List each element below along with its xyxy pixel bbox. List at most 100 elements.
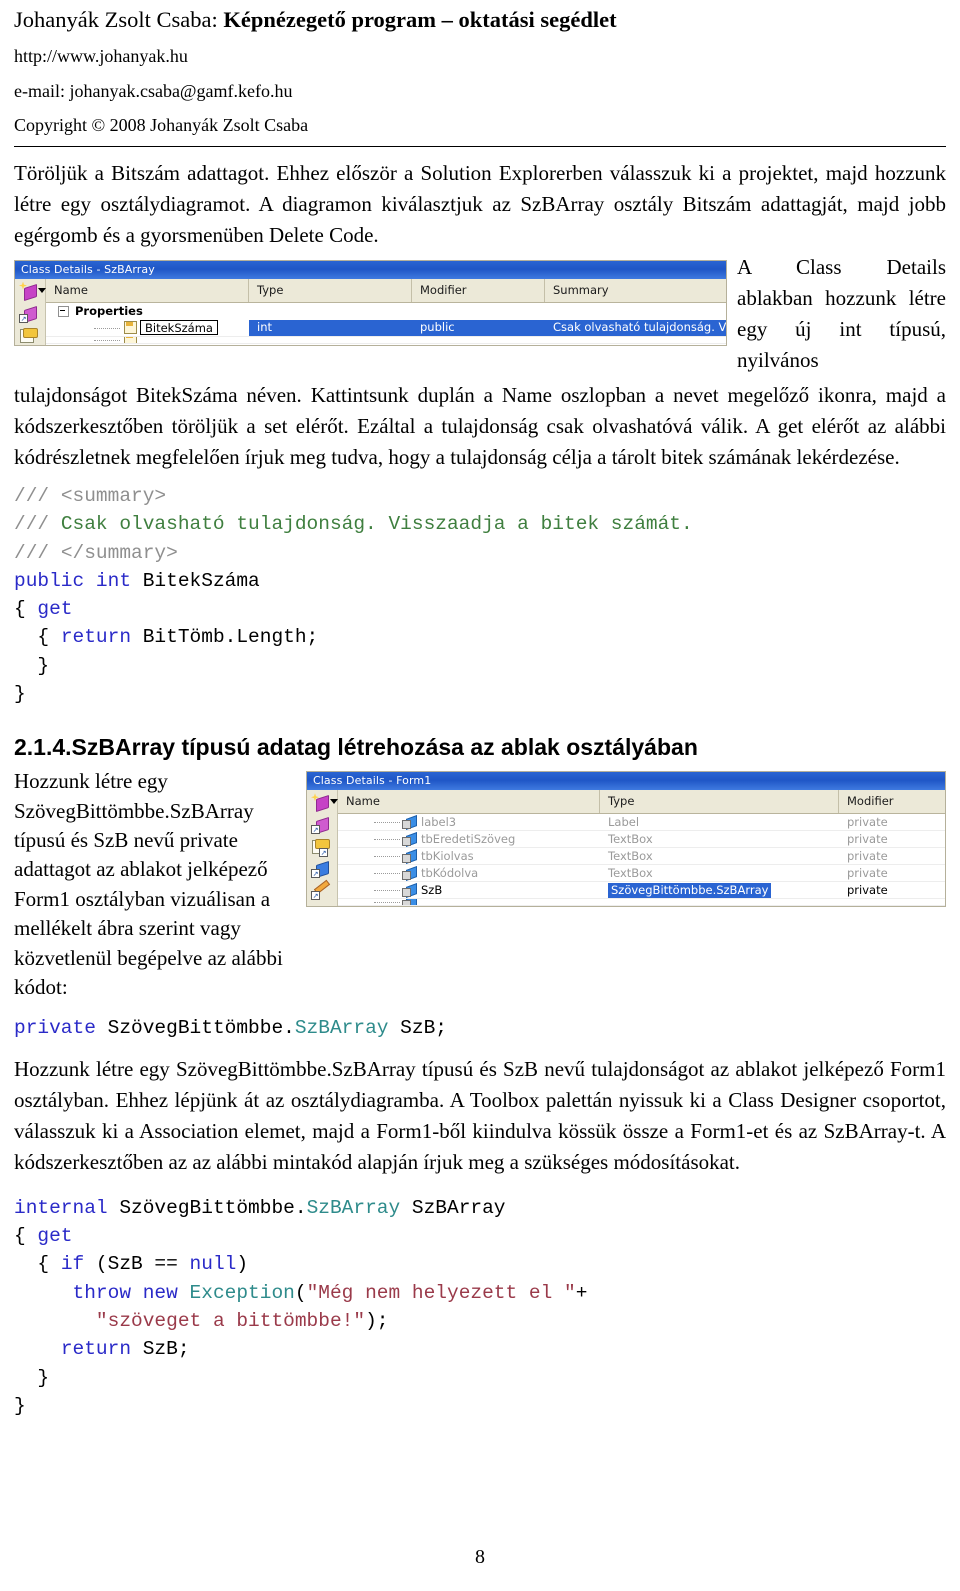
page-number: 8: [475, 1546, 485, 1568]
code-token: );: [365, 1309, 389, 1332]
members-grid[interactable]: Name Type Modifier Summary Properties Bi…: [46, 278, 726, 345]
code-token: SzBArray: [400, 1196, 506, 1219]
code-token: if: [60, 1253, 85, 1276]
members-grid-rows[interactable]: label3 Label private tbEredetiSzöveg TextBox…: [338, 814, 945, 900]
code-token: return: [60, 626, 132, 649]
cell-name[interactable]: tbKiolvas: [338, 848, 600, 865]
code-token: Csak olvasható tulajdonság. Visszaadja a…: [60, 513, 693, 536]
field-icon: [402, 865, 417, 881]
add-field-icon[interactable]: [19, 326, 41, 345]
code-token: SzövegBittömbbe.: [107, 1196, 307, 1219]
column-header-type[interactable]: Type: [249, 278, 412, 302]
code-token: }: [14, 1366, 50, 1389]
new-member-icon[interactable]: [19, 281, 46, 301]
cell-name-text: tbEredetiSzöveg: [421, 831, 516, 846]
document-content: Töröljük a Bitszám adattagot. Ehhez elős…: [0, 158, 960, 1420]
table-row[interactable]: tbEredetiSzöveg TextBox private: [338, 831, 945, 849]
header-divider: [14, 146, 946, 148]
add-method-icon[interactable]: ↗: [311, 859, 333, 879]
column-header-name[interactable]: Name: [46, 278, 249, 302]
table-row[interactable]: SzB SzövegBittömbbe.SzBArray private: [338, 882, 945, 900]
code-token: SzBArray: [306, 1196, 401, 1219]
members-grid[interactable]: Name Type Modifier label3 Label private tbE…: [338, 790, 945, 907]
add-property-icon[interactable]: ↗: [311, 815, 333, 835]
collapse-icon[interactable]: [58, 305, 69, 317]
code-token: {: [14, 1253, 61, 1276]
add-event-icon[interactable]: ↗: [311, 879, 333, 901]
paragraph-2: tulajdonságot BitekSzáma néven. Kattints…: [14, 382, 946, 469]
column-header-type[interactable]: Type: [600, 790, 839, 814]
cell-type[interactable]: TextBox: [600, 831, 839, 848]
code-token: throw new: [72, 1281, 178, 1304]
code-token: }: [14, 654, 50, 677]
code-token: get: [37, 598, 73, 621]
page-title: Johanyák Zsolt Csaba: Képnézegető progra…: [14, 6, 946, 34]
cell-name[interactable]: tbKódolva: [338, 865, 600, 882]
code-token: SzBArray: [294, 1017, 389, 1040]
cell-type[interactable]: TextBox: [600, 865, 839, 882]
cell-name[interactable]: label3: [338, 814, 600, 831]
vs-window-body: ↗ Name Type Modifier Summary Properties …: [15, 278, 726, 345]
table-row[interactable]: tbKódolva TextBox private: [338, 865, 945, 883]
header-copyright: Copyright © 2008 Johanyák Zsolt Csaba: [14, 114, 309, 135]
field-icon: [402, 882, 417, 898]
cell-modifier[interactable]: public: [412, 319, 545, 336]
cell-type[interactable]: TextBox: [600, 848, 839, 865]
table-row[interactable]: BitekSzáma int public Csak olvasható tul…: [46, 319, 726, 337]
vs-window-title: Class Details - SzBArray: [15, 260, 726, 279]
column-header-name[interactable]: Name: [338, 790, 600, 814]
vs-window-szbarray[interactable]: Class Details - SzBArray ↗ Name Type Mod…: [14, 259, 727, 346]
tree-connector-icon: [374, 838, 400, 841]
field-icon: [402, 831, 417, 847]
code-token: (: [294, 1281, 307, 1304]
cell-summary[interactable]: Csak olvasható tulajdonság. Vis...: [545, 319, 726, 336]
column-header-modifier[interactable]: Modifier: [412, 278, 545, 302]
property-icon: [122, 321, 137, 335]
code-token: <summary>: [60, 485, 167, 508]
new-member-icon[interactable]: [311, 793, 338, 813]
name-edit-input[interactable]: BitekSzáma: [140, 320, 218, 336]
cell-modifier[interactable]: private: [839, 848, 945, 865]
tree-connector-icon: [374, 889, 400, 892]
cell-name[interactable]: tbEredetiSzöveg: [338, 831, 600, 848]
grid-header-row: Name Type Modifier Summary: [46, 278, 726, 303]
add-field-icon[interactable]: ↗: [311, 837, 333, 858]
table-row[interactable]: tbKiolvas TextBox private: [338, 848, 945, 866]
type-edit-input[interactable]: SzövegBittömbbe.SzBArray: [608, 882, 772, 898]
code-token: get: [37, 1225, 73, 1248]
cell-modifier[interactable]: private: [839, 831, 945, 848]
header-url[interactable]: http://www.johanyak.hu: [14, 45, 946, 68]
vs-toolbar[interactable]: ↗: [15, 278, 46, 345]
code-token: BitTömb.Length;: [131, 626, 319, 649]
cell-name[interactable]: SzB: [338, 882, 600, 899]
cell-type[interactable]: Label: [600, 814, 839, 831]
document-page: Johanyák Zsolt Csaba: Képnézegető progra…: [0, 0, 960, 1591]
cell-name-text: SzB: [421, 882, 443, 897]
code-token: private: [14, 1017, 96, 1040]
table-row-partial[interactable]: [338, 899, 945, 907]
code-token: {: [14, 626, 61, 649]
cell-modifier[interactable]: private: [839, 865, 945, 882]
cell-type[interactable]: int: [249, 319, 412, 336]
group-row-properties[interactable]: Properties: [46, 303, 726, 320]
cell-modifier[interactable]: private: [839, 882, 945, 899]
document-header: Johanyák Zsolt Csaba: Képnézegető progra…: [0, 0, 960, 148]
code-token: ///: [14, 541, 61, 564]
table-row-partial[interactable]: [46, 336, 726, 344]
table-row[interactable]: label3 Label private: [338, 814, 945, 832]
column-header-modifier[interactable]: Modifier: [839, 790, 945, 813]
code-token: Exception: [189, 1281, 295, 1304]
cell-name-text: label3: [421, 814, 457, 829]
section-heading-2-1-4: 2.1.4.SzBArray típusú adatag létrehozása…: [14, 734, 698, 761]
vs-window-form1[interactable]: Class Details - Form1 ↗ ↗ ↗ ↗ Name Type …: [306, 771, 946, 908]
code-block-szbarray-property: internal SzövegBittömbbe.SzBArray SzBArr…: [14, 1194, 946, 1420]
column-header-summary[interactable]: Summary: [545, 279, 726, 302]
vs-toolbar[interactable]: ↗ ↗ ↗ ↗: [307, 790, 338, 907]
field-icon: [402, 814, 417, 830]
header-email[interactable]: e-mail: johanyak.csaba@gamf.kefo.hu: [14, 80, 946, 103]
add-property-icon[interactable]: ↗: [19, 304, 41, 323]
code-token: "szöveget a bittömbbe!": [95, 1309, 366, 1332]
cell-type[interactable]: SzövegBittömbbe.SzBArray: [600, 882, 839, 899]
cell-modifier[interactable]: private: [839, 814, 945, 831]
